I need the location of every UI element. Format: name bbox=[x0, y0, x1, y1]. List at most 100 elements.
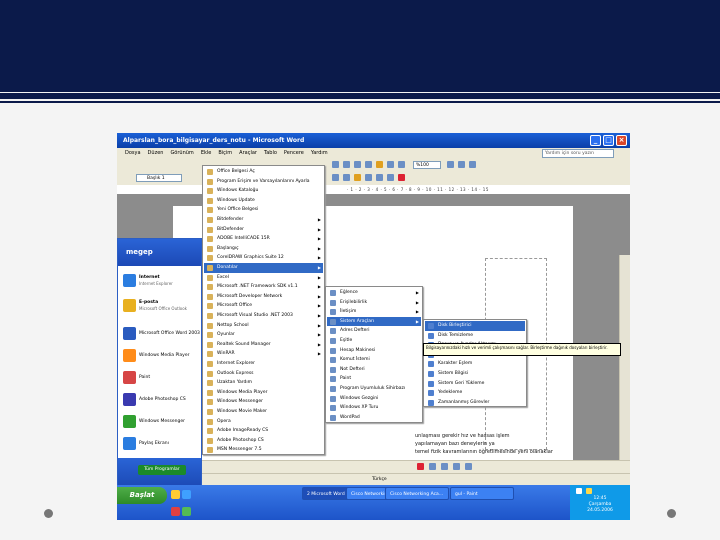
accessories_menu-item[interactable]: Hesap Makinesi bbox=[327, 346, 421, 356]
start-button[interactable]: Başlat bbox=[117, 487, 167, 504]
accessories_menu-item[interactable]: Sistem Araçları ▶ bbox=[327, 316, 421, 327]
programs_menu-item[interactable]: Microsoft Developer Network ▶ bbox=[204, 292, 323, 302]
toolbar-research-icon[interactable] bbox=[376, 161, 383, 168]
programs_menu-item[interactable]: Windows Messenger bbox=[204, 397, 323, 407]
tray-volume-icon[interactable] bbox=[586, 488, 592, 494]
programs_menu-item[interactable]: Internet Explorer bbox=[204, 359, 323, 369]
menu-tablo[interactable]: Tablo bbox=[264, 148, 277, 159]
programs_menu-item[interactable]: MSN Messenger 7.5 bbox=[204, 445, 323, 455]
justify-icon[interactable] bbox=[354, 174, 361, 181]
style-select[interactable]: Başlık 1 bbox=[136, 174, 182, 182]
programs_menu-item[interactable]: Donatılar ▶ bbox=[204, 263, 323, 273]
draw-shadow-icon[interactable] bbox=[453, 463, 460, 470]
programs_menu-item[interactable]: Uzaktan Yardım bbox=[204, 378, 323, 388]
programs_menu-item[interactable]: CorelDRAW Graphics Suite 12 ▶ bbox=[204, 253, 323, 263]
accessories_menu-item[interactable]: Paint bbox=[327, 374, 421, 384]
programs_menu-item[interactable]: Windows Media Player bbox=[204, 388, 323, 398]
system_tools_menu-item[interactable]: Disk Birleştirici bbox=[425, 321, 525, 331]
font-color-icon[interactable] bbox=[398, 174, 405, 181]
programs_menu-item[interactable]: Yeni Office Belgesi bbox=[204, 205, 323, 215]
system_tools_menu-item[interactable]: Disk Temizleme bbox=[425, 331, 525, 341]
programs_menu-item[interactable]: BitDefender ▶ bbox=[204, 225, 323, 235]
start-recent-paint[interactable]: Paint bbox=[120, 367, 201, 389]
accessories_menu-item[interactable]: Eğlence ▶ bbox=[327, 288, 421, 298]
programs_menu-item[interactable]: Microsoft .NET Framework SDK v1.1 ▶ bbox=[204, 282, 323, 292]
start-pinned-email[interactable]: E-posta Microsoft Office Outlook bbox=[120, 295, 201, 317]
programs_menu-item[interactable]: Nettop School ▶ bbox=[204, 321, 323, 331]
toolbar-new-icon[interactable] bbox=[332, 161, 339, 168]
programs_menu-item[interactable]: Excel ▶ bbox=[204, 273, 323, 283]
accessories_menu-item[interactable]: Windows Gezgini bbox=[327, 394, 421, 404]
accessories_menu-item[interactable]: Komut İstemi bbox=[327, 355, 421, 365]
start-pinned-internet[interactable]: Internet Internet Explorer bbox=[120, 270, 201, 292]
accessories_menu-item[interactable]: Eşitle bbox=[327, 336, 421, 346]
maximize-button[interactable]: □ bbox=[603, 135, 614, 146]
programs_menu-item[interactable]: Microsoft Office ▶ bbox=[204, 301, 323, 311]
accessories_menu-item[interactable]: İletişim ▶ bbox=[327, 307, 421, 317]
programs_menu-item[interactable]: Microsoft Visual Studio .NET 2003 ▶ bbox=[204, 311, 323, 321]
programs_menu-item[interactable]: WinRAR ▶ bbox=[204, 349, 323, 359]
quicklaunch-opera-icon[interactable] bbox=[171, 507, 180, 516]
start-recent-word[interactable]: Microsoft Office Word 2003 bbox=[120, 323, 201, 345]
accessories_menu-item[interactable]: Erişilebilirlik ▶ bbox=[327, 298, 421, 308]
draw-line-icon[interactable] bbox=[429, 463, 436, 470]
programs_menu-item[interactable]: Office Belgesi Aç bbox=[204, 167, 323, 177]
help-search-input[interactable]: Yardım için soru yazın bbox=[542, 149, 614, 158]
quicklaunch-ie-icon[interactable] bbox=[182, 490, 191, 499]
align-left-icon[interactable] bbox=[332, 174, 339, 181]
toolbar-print-icon[interactable] bbox=[365, 161, 372, 168]
programs_menu-item[interactable]: Outlook Express bbox=[204, 369, 323, 379]
toolbar-table-icon[interactable] bbox=[387, 161, 394, 168]
programs_menu-item[interactable]: Adobe Photoshop CS bbox=[204, 436, 323, 446]
accessories_menu-item[interactable]: Windows XP Turu bbox=[327, 403, 421, 413]
toolbar-open-icon[interactable] bbox=[343, 161, 350, 168]
system_tools_menu-item[interactable]: Karakter Eşlem bbox=[425, 359, 525, 369]
draw-font-color-icon[interactable] bbox=[417, 463, 424, 470]
menu-duzen[interactable]: Düzen bbox=[148, 148, 164, 159]
menu-pencere[interactable]: Pencere bbox=[284, 148, 304, 159]
taskbar-paint[interactable]: gul - Paint bbox=[450, 487, 514, 500]
system_tools_menu-item[interactable]: Zamanlanmış Görevler bbox=[425, 398, 525, 408]
all-programs-button[interactable]: Tüm Programlar bbox=[138, 465, 186, 475]
programs_menu-item[interactable]: Adobe ImageReady CS bbox=[204, 426, 323, 436]
menu-ekle[interactable]: Ekle bbox=[201, 148, 212, 159]
accessories_menu-item[interactable]: WordPad bbox=[327, 413, 421, 423]
quicklaunch-desktop-icon[interactable] bbox=[182, 507, 191, 516]
bullets-icon[interactable] bbox=[387, 174, 394, 181]
programs_menu-item[interactable]: ADOBE IntelliCADE 15R ▶ bbox=[204, 234, 323, 244]
accessories_menu-item[interactable]: Adres Defteri bbox=[327, 326, 421, 336]
line-spacing-icon[interactable] bbox=[365, 174, 372, 181]
programs_menu-item[interactable]: Windows Kataloğu bbox=[204, 186, 323, 196]
menu-gorunum[interactable]: Görünüm bbox=[170, 148, 193, 159]
system_tools_menu-item[interactable]: Yedekleme bbox=[425, 388, 525, 398]
accessories_menu-item[interactable]: Not Defteri bbox=[327, 365, 421, 375]
tray-network-icon[interactable] bbox=[576, 488, 582, 494]
draw-3d-icon[interactable] bbox=[465, 463, 472, 470]
programs_menu-item[interactable]: Opera bbox=[204, 417, 323, 427]
menu-dosya[interactable]: Dosya bbox=[125, 148, 141, 159]
toolbar-save-icon[interactable] bbox=[354, 161, 361, 168]
taskbar-cisco-2[interactable]: Cisco Networking Aca... bbox=[385, 487, 449, 500]
toolbar-extra-icon[interactable] bbox=[469, 161, 476, 168]
start-recent-messenger[interactable]: Windows Messenger bbox=[120, 411, 201, 433]
close-button[interactable]: × bbox=[616, 135, 627, 146]
programs_menu-item[interactable]: Windows Movie Maker bbox=[204, 407, 323, 417]
system_tools_menu-item[interactable]: Sistem Bilgisi bbox=[425, 369, 525, 379]
start-recent-share[interactable]: Paylaş Ekranı bbox=[120, 433, 201, 455]
programs_menu-item[interactable]: Windows Update bbox=[204, 196, 323, 206]
menu-araclar[interactable]: Araçlar bbox=[239, 148, 257, 159]
accessories_menu-item[interactable]: Program Uyumluluk Sihirbazı bbox=[327, 384, 421, 394]
start-recent-photoshop[interactable]: Adobe Photoshop CS bbox=[120, 389, 201, 411]
toolbar-help-icon[interactable] bbox=[447, 161, 454, 168]
align-center-icon[interactable] bbox=[343, 174, 350, 181]
menu-bicim[interactable]: Biçim bbox=[218, 148, 232, 159]
toolbar-read-icon[interactable] bbox=[458, 161, 465, 168]
programs_menu-item[interactable]: Başlangıç ▶ bbox=[204, 244, 323, 254]
quicklaunch-folder-icon[interactable] bbox=[171, 490, 180, 499]
start-recent-media-player[interactable]: Windows Media Player bbox=[120, 345, 201, 367]
programs_menu-item[interactable]: Program Erişim ve Varsayılanlarını Ayarl… bbox=[204, 177, 323, 187]
programs_menu-item[interactable]: Oyunlar ▶ bbox=[204, 330, 323, 340]
numbering-icon[interactable] bbox=[376, 174, 383, 181]
menu-yardim[interactable]: Yardım bbox=[311, 148, 328, 159]
system_tools_menu-item[interactable]: Sistem Geri Yükleme bbox=[425, 379, 525, 389]
